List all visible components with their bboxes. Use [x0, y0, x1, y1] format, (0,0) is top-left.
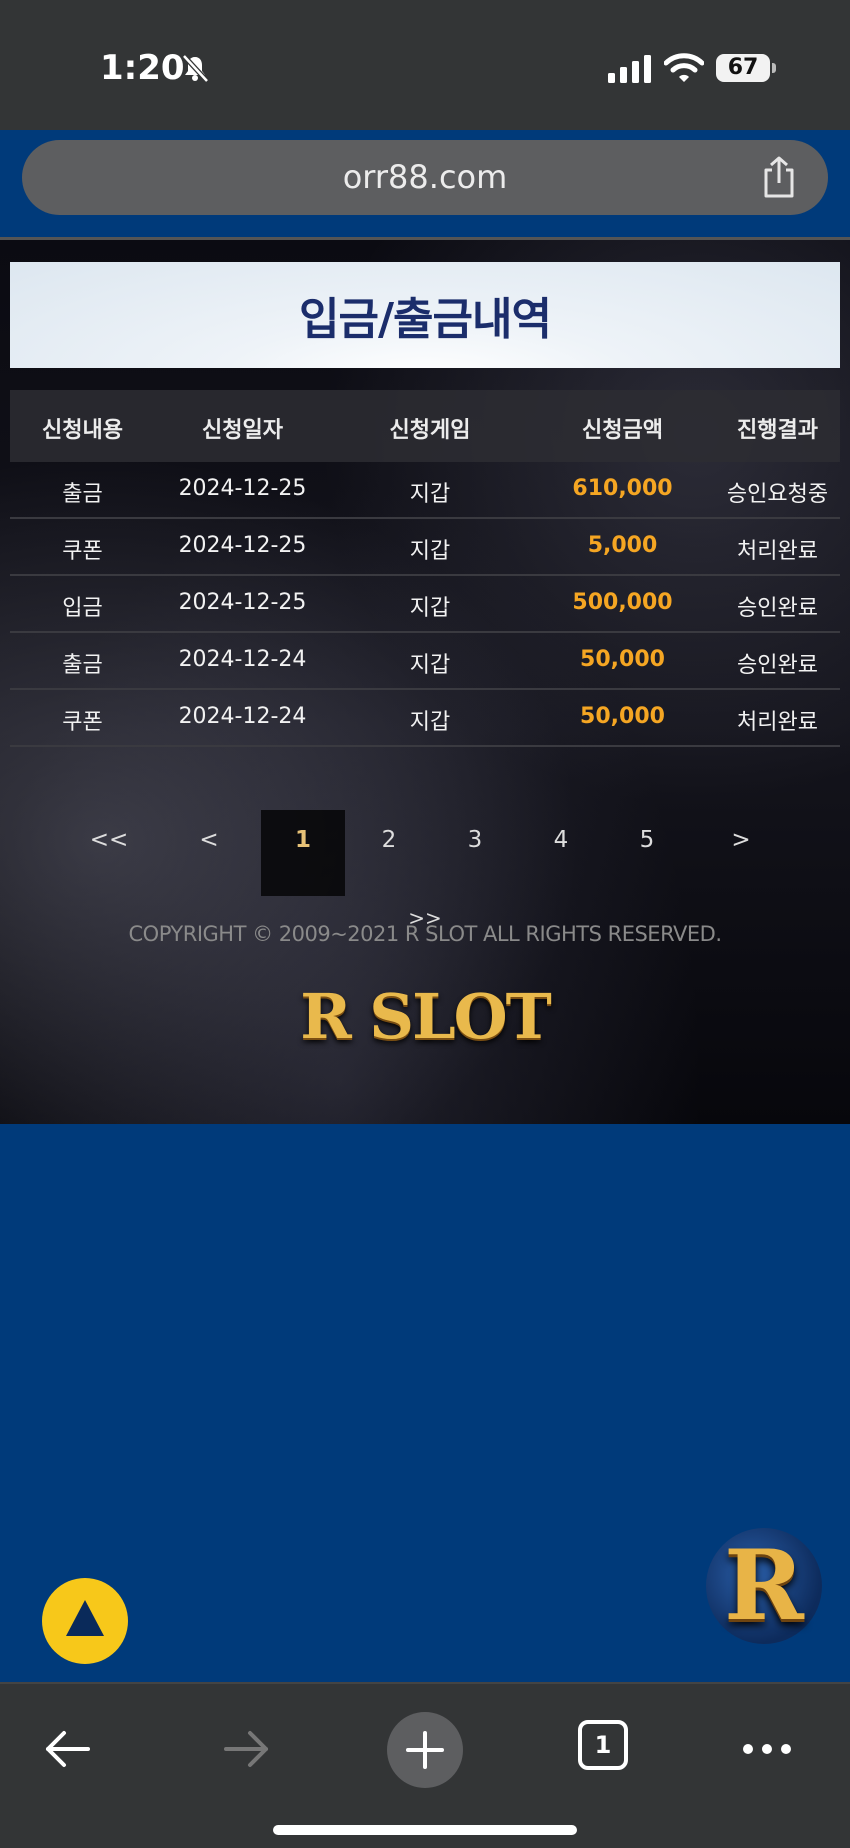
table-row: 입금 2024-12-25 지갑 500,000 승인완료 — [10, 576, 840, 633]
cell-amount: 5,000 — [587, 533, 658, 558]
column-header-type: 신청내용 — [42, 418, 123, 443]
address-bar[interactable]: orr88.com — [22, 140, 828, 215]
pagination-page-3[interactable]: 3 — [445, 810, 505, 870]
pagination-page-5[interactable]: 5 — [617, 810, 677, 870]
triangle-up-icon — [66, 1600, 104, 1636]
bell-muted-icon — [182, 54, 209, 83]
pagination-first[interactable]: << — [79, 810, 139, 870]
column-header-status: 진행결과 — [737, 418, 818, 443]
table-row: 출금 2024-12-25 지갑 610,000 승인요청중 — [10, 462, 840, 519]
cell-date: 2024-12-25 — [178, 533, 307, 558]
r-slot-logo: R SLOT — [300, 980, 552, 1053]
forward-arrow-icon[interactable] — [222, 1724, 272, 1774]
pagination-page-1[interactable]: 1 — [261, 810, 345, 896]
table-row: 쿠폰 2024-12-24 지갑 50,000 처리완료 — [10, 690, 840, 747]
pagination-page-2[interactable]: 2 — [359, 810, 419, 870]
cell-type: 쿠폰 — [62, 539, 103, 564]
pagination-page-4[interactable]: 4 — [531, 810, 591, 870]
page-title: 입금/출금내역 — [299, 294, 552, 345]
cell-status: 처리완료 — [737, 710, 818, 735]
scroll-to-top-button[interactable] — [42, 1578, 128, 1664]
share-icon[interactable] — [760, 156, 798, 200]
plus-icon — [406, 1731, 444, 1769]
cell-game: 지갑 — [409, 710, 451, 735]
wifi-icon — [664, 53, 704, 82]
cell-date: 2024-12-24 — [178, 647, 307, 672]
cell-amount: 50,000 — [580, 647, 665, 672]
status-time: 1:20 — [100, 48, 185, 88]
home-indicator — [273, 1825, 577, 1835]
status-bar: 1:20 67 — [0, 0, 850, 130]
column-header-game: 신청게임 — [389, 418, 471, 443]
cell-game: 지갑 — [409, 653, 451, 678]
cell-date: 2024-12-24 — [178, 704, 307, 729]
pagination-prev[interactable]: < — [179, 810, 239, 870]
new-tab-button[interactable] — [387, 1712, 463, 1788]
page-title-banner: 입금/출금내역 — [10, 262, 840, 368]
cell-status: 승인완료 — [737, 653, 818, 678]
cell-type: 출금 — [62, 653, 103, 678]
page-content: 입금/출금내역 신청내용 신청일자 신청게임 신청금액 진행결과 출금 2024… — [0, 240, 850, 1124]
cell-status: 승인요청중 — [726, 482, 829, 507]
url-text[interactable]: orr88.com — [22, 158, 828, 196]
cell-amount: 500,000 — [572, 590, 673, 615]
column-header-amount: 신청금액 — [582, 418, 663, 443]
cell-type: 쿠폰 — [62, 710, 103, 735]
cell-status: 처리완료 — [737, 539, 818, 564]
cell-game: 지갑 — [409, 596, 451, 621]
pagination-next[interactable]: > — [711, 810, 771, 870]
table-header: 신청내용 신청일자 신청게임 신청금액 진행결과 — [10, 390, 840, 462]
tabs-count-button[interactable]: 1 — [578, 1720, 628, 1770]
table-row: 출금 2024-12-24 지갑 50,000 승인완료 — [10, 633, 840, 690]
cell-amount: 50,000 — [580, 704, 665, 729]
pagination: << < 1 2 3 4 5 > — [0, 810, 850, 896]
cell-status: 승인완료 — [737, 596, 818, 621]
r-slot-floating-badge[interactable]: R — [706, 1528, 822, 1644]
battery-indicator: 67 — [716, 54, 776, 82]
cell-game: 지갑 — [409, 482, 451, 507]
cell-date: 2024-12-25 — [178, 590, 307, 615]
back-arrow-icon[interactable] — [42, 1724, 92, 1774]
copyright-text: COPYRIGHT © 2009~2021 R SLOT ALL RIGHTS … — [128, 922, 723, 946]
more-options-icon[interactable] — [740, 1724, 794, 1774]
column-header-date: 신청일자 — [202, 418, 283, 443]
cell-type: 입금 — [62, 596, 103, 621]
cell-amount: 610,000 — [572, 476, 673, 501]
browser-toolbar: 1 — [0, 1682, 850, 1848]
cellular-signal-icon — [608, 55, 651, 83]
badge-letter: R — [724, 1529, 804, 1642]
cell-type: 출금 — [62, 482, 103, 507]
table-row: 쿠폰 2024-12-25 지갑 5,000 처리완료 — [10, 519, 840, 576]
cell-game: 지갑 — [409, 539, 451, 564]
cell-date: 2024-12-25 — [178, 476, 307, 501]
